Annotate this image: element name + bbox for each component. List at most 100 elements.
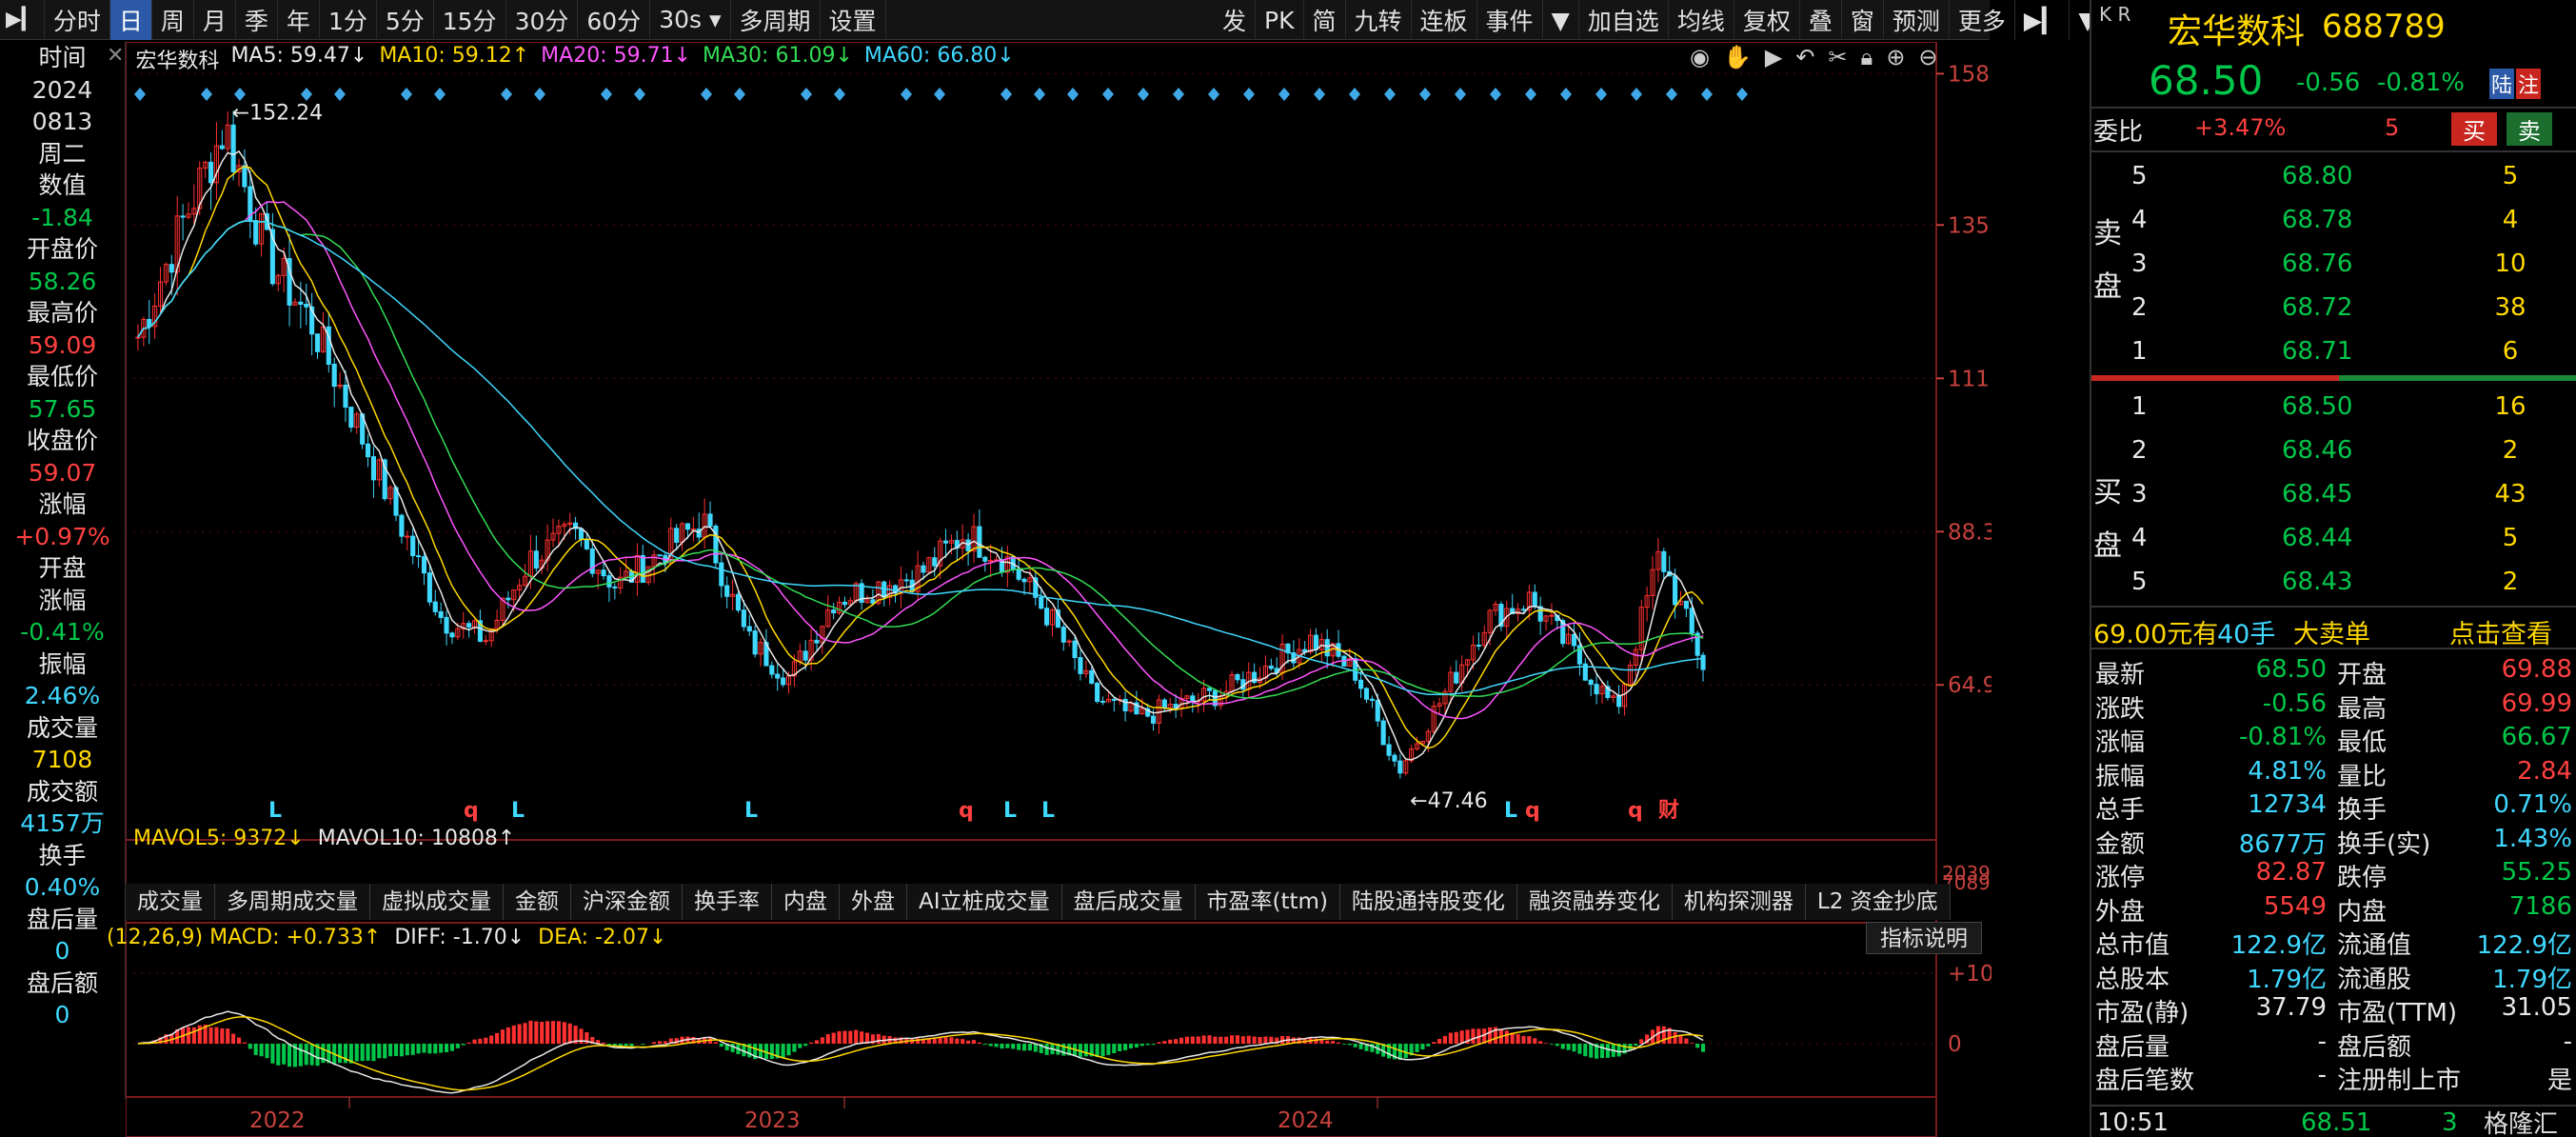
undo-icon[interactable]: ↶ bbox=[1795, 44, 1814, 70]
play-icon[interactable]: ▶ bbox=[1765, 44, 1782, 70]
indicator-help-button[interactable]: 指标说明 bbox=[1866, 922, 1982, 954]
scissors-icon[interactable]: ✂ bbox=[1828, 44, 1847, 70]
dropdown-arrow-icon[interactable]: ▼ bbox=[1543, 0, 1579, 40]
eye-icon[interactable]: ◉ bbox=[1690, 44, 1710, 70]
level-price[interactable]: 68.50 bbox=[2282, 392, 2352, 421]
indicator-tab[interactable]: 多周期成交量 bbox=[215, 884, 370, 920]
candle-body bbox=[640, 554, 645, 584]
tool-button[interactable]: 发 bbox=[1214, 0, 1257, 40]
stat-label: 金额 bbox=[2095, 829, 2146, 859]
bigorder-link[interactable]: 点击查看 bbox=[2449, 613, 2552, 650]
level-price[interactable]: 68.46 bbox=[2282, 436, 2352, 465]
period-tab[interactable]: 15分 bbox=[434, 0, 506, 40]
toggle-panel-icon[interactable]: ▶▎ bbox=[0, 0, 45, 40]
period-tab[interactable]: 30分 bbox=[506, 0, 579, 40]
stat-label: 跌停 bbox=[2337, 864, 2388, 892]
level-volume: 5 bbox=[2502, 524, 2519, 552]
level-price[interactable]: 68.44 bbox=[2282, 524, 2352, 552]
indicator-tab[interactable]: 外盘 bbox=[840, 884, 907, 920]
period-tab[interactable]: 多周期 bbox=[731, 0, 821, 40]
candle-body bbox=[314, 333, 321, 352]
indicator-tab[interactable]: L2 资金抄底 bbox=[1805, 884, 1951, 920]
level-price[interactable]: 68.78 bbox=[2282, 206, 2352, 234]
ma-legend: ✕ 宏华数科 MA5: 59.47↓ MA10: 59.12↑ MA20: 59.7… bbox=[107, 44, 1015, 74]
candle-body bbox=[1100, 700, 1106, 703]
candle-body bbox=[1588, 679, 1594, 686]
low-price-label: ←47.46 bbox=[1410, 789, 1487, 813]
level-volume: 4 bbox=[2502, 206, 2519, 234]
chart-canvas[interactable]: 158.06 135.02 111.67 88.33 64.99 ←152.24 ←47.4… bbox=[21, 41, 2029, 1137]
indicator-tab[interactable]: AI立桩成交量 bbox=[907, 884, 1062, 920]
candle-body bbox=[1616, 695, 1622, 708]
event-diamond-icon bbox=[1102, 88, 1114, 101]
period-tab[interactable]: 5分 bbox=[377, 0, 434, 40]
event-diamond-icon bbox=[901, 88, 912, 101]
indicator-tab[interactable]: 虚拟成交量 bbox=[370, 884, 504, 920]
candle-body bbox=[365, 443, 371, 458]
level-price[interactable]: 68.80 bbox=[2282, 162, 2352, 190]
stat-label: 内盘 bbox=[2337, 897, 2388, 927]
period-tab[interactable]: 30s ▾ bbox=[650, 0, 731, 40]
candle-body bbox=[803, 650, 808, 661]
event-diamond-icon bbox=[1243, 88, 1255, 101]
indicator-tab[interactable]: 金额 bbox=[504, 884, 571, 920]
ma-line bbox=[137, 150, 1704, 761]
sell-button[interactable]: 卖 bbox=[2507, 112, 2552, 146]
tool-button[interactable]: 事件 bbox=[1477, 0, 1543, 40]
indicator-tab[interactable]: 换手率 bbox=[683, 884, 772, 920]
data-label: 数值 bbox=[38, 171, 87, 199]
candle-body bbox=[410, 535, 416, 557]
level-price[interactable]: 68.45 bbox=[2282, 480, 2352, 509]
period-tab[interactable]: 年 bbox=[278, 0, 320, 40]
indicator-tab[interactable]: 机构探测器 bbox=[1672, 884, 1806, 920]
level-volume: 16 bbox=[2494, 392, 2526, 421]
event-diamond-icon bbox=[234, 88, 246, 101]
collapse-icon[interactable]: ▶▎ bbox=[2015, 0, 2071, 40]
level-price[interactable]: 68.76 bbox=[2282, 249, 2352, 278]
indicator-tab[interactable]: 融资融券变化 bbox=[1516, 884, 1673, 920]
indicator-tab[interactable]: 成交量 bbox=[126, 884, 215, 920]
tool-button[interactable]: 复权 bbox=[1734, 0, 1800, 40]
period-tab[interactable]: 设置 bbox=[821, 0, 886, 40]
candle-body bbox=[606, 575, 612, 588]
indicator-tab[interactable]: 陆股通持股变化 bbox=[1339, 884, 1517, 920]
data-value: 0813 bbox=[31, 108, 93, 135]
tool-button[interactable]: 九转 bbox=[1346, 0, 1412, 40]
indicator-tab[interactable]: 沪深金额 bbox=[571, 884, 683, 920]
tool-button[interactable]: PK bbox=[1256, 0, 1304, 40]
candle-body bbox=[612, 586, 618, 588]
indicator-tab[interactable]: 市盈率(ttm) bbox=[1195, 884, 1340, 920]
tool-button[interactable]: 更多 bbox=[1950, 0, 2015, 40]
close-legend-icon[interactable]: ✕ bbox=[107, 44, 124, 74]
candle-body bbox=[483, 640, 488, 643]
period-tab[interactable]: 季 bbox=[236, 0, 278, 40]
tool-button[interactable]: 简 bbox=[1304, 0, 1346, 40]
level-price[interactable]: 68.72 bbox=[2282, 293, 2352, 322]
period-tab[interactable]: 1分 bbox=[320, 0, 377, 40]
level-price[interactable]: 68.71 bbox=[2282, 337, 2352, 366]
buy-button[interactable]: 买 bbox=[2451, 112, 2497, 146]
indicator-tab[interactable]: 内盘 bbox=[772, 884, 840, 920]
level-price[interactable]: 68.43 bbox=[2282, 568, 2352, 596]
tool-button[interactable]: 均线 bbox=[1669, 0, 1734, 40]
tool-button[interactable]: 预测 bbox=[1884, 0, 1950, 40]
lock-icon[interactable]: 🔒︎ bbox=[1861, 44, 1873, 70]
kr-label: K R bbox=[2099, 3, 2131, 26]
period-tab[interactable]: 日 bbox=[109, 0, 152, 40]
period-tab[interactable]: 60分 bbox=[578, 0, 651, 40]
period-tab[interactable]: 周 bbox=[152, 0, 194, 40]
kline-chart-area[interactable]: 158.06 135.02 111.67 88.33 64.99 ←152.24 ←47.4… bbox=[21, 41, 2029, 1137]
tool-button[interactable]: 连板 bbox=[1412, 0, 1477, 40]
zoom-in-icon[interactable]: ⊕ bbox=[1886, 44, 1905, 70]
bid-bar bbox=[2339, 375, 2576, 381]
zoom-out-icon[interactable]: ⊖ bbox=[1918, 44, 1937, 70]
candle-body bbox=[657, 554, 663, 557]
period-tab[interactable]: 月 bbox=[194, 0, 236, 40]
tool-button[interactable]: 加自选 bbox=[1579, 0, 1669, 40]
period-tab[interactable]: 分时 bbox=[45, 0, 110, 40]
tool-button[interactable]: 窗 bbox=[1842, 0, 1884, 40]
hand-icon[interactable]: ✋ bbox=[1723, 44, 1752, 70]
tool-button[interactable]: 叠 bbox=[1800, 0, 1842, 40]
indicator-tab[interactable]: 盘后成交量 bbox=[1061, 884, 1196, 920]
candle-body bbox=[988, 560, 994, 563]
